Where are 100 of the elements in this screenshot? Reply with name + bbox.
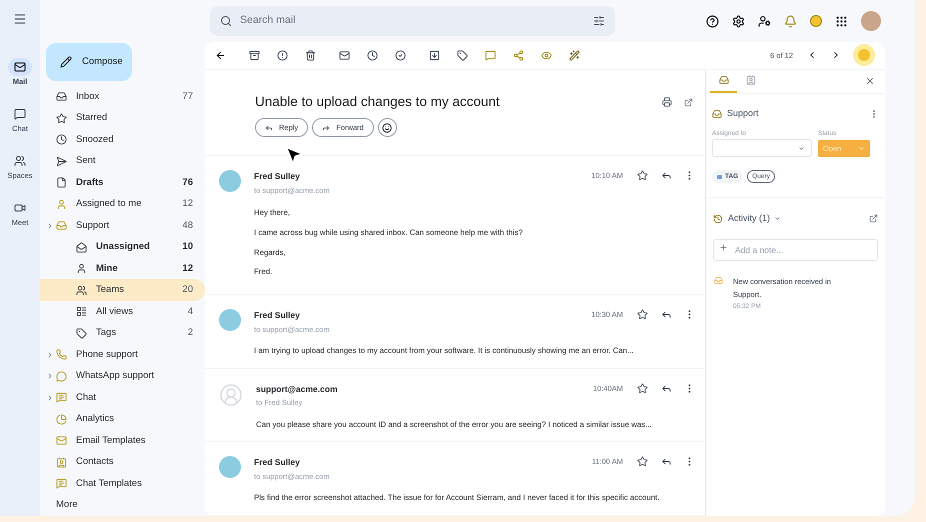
emoji-button[interactable] <box>378 118 397 138</box>
star-icon <box>56 112 67 124</box>
sidebar-item[interactable]: Sent <box>40 150 205 172</box>
sidebar-item[interactable]: Chat <box>40 386 205 408</box>
chat-bubble-icon <box>56 392 67 404</box>
sidebar-item[interactable]: Assigned to me 12 <box>40 193 205 215</box>
delete-icon[interactable] <box>305 50 316 61</box>
sidebar-item[interactable]: Support 48 <box>40 214 205 236</box>
contact-card-icon <box>56 456 67 468</box>
star-icon[interactable] <box>637 308 648 320</box>
compose-button[interactable]: Compose <box>46 42 132 82</box>
send-icon <box>56 156 67 167</box>
sender-name: Fred Sulley <box>254 308 301 322</box>
inbox-icon <box>714 276 723 285</box>
inbox-icon <box>56 220 67 232</box>
sidebar-item[interactable]: Email Templates <box>40 430 205 452</box>
app-logo-icon[interactable] <box>810 15 822 27</box>
sidebar-item[interactable]: WhatsApp support <box>40 365 205 387</box>
star-icon[interactable] <box>637 170 648 182</box>
bell-icon[interactable] <box>784 14 797 28</box>
chevron-down-icon <box>798 144 805 152</box>
rail-icon <box>14 155 26 167</box>
sidebar-item[interactable]: Tags 2 <box>40 322 205 344</box>
open-new-window-icon[interactable] <box>684 98 693 107</box>
chevron-right-icon[interactable] <box>46 222 54 230</box>
pencil-icon <box>60 56 72 68</box>
inbox-icon <box>718 75 728 86</box>
sender-name: Fred Sulley <box>254 456 301 470</box>
panel-title: Support <box>727 106 760 120</box>
chevron-right-icon[interactable] <box>46 394 54 402</box>
pie-chart-icon <box>56 414 67 425</box>
archive-icon[interactable] <box>249 50 260 61</box>
sidebar-item[interactable]: Drafts 76 <box>40 172 205 194</box>
menu-icon[interactable] <box>13 12 27 26</box>
chevron-right-icon[interactable] <box>46 372 54 380</box>
sender-name: Fred Sulley <box>254 170 301 183</box>
chat-bubble-icon <box>56 370 67 382</box>
note-field[interactable]: Add a note... <box>713 238 878 261</box>
message-icon[interactable] <box>485 50 496 61</box>
reply-icon[interactable] <box>661 308 672 320</box>
search-field[interactable]: Search mail <box>210 6 615 36</box>
sidebar-item[interactable]: Teams 20 <box>40 279 205 301</box>
activity-title[interactable]: Activity (1) <box>728 212 770 226</box>
inbox-icon <box>712 108 722 119</box>
clock-icon[interactable] <box>367 50 378 61</box>
sidebar-item[interactable]: Analytics <box>40 408 205 430</box>
check-circle-icon[interactable] <box>395 50 406 61</box>
sidebar-item[interactable]: Snoozed <box>40 128 205 150</box>
smiley-icon <box>382 122 392 133</box>
apps-grid-icon[interactable] <box>835 14 848 28</box>
reply-icon[interactable] <box>661 456 672 468</box>
clock-icon <box>56 134 67 146</box>
move-to-icon[interactable] <box>429 50 440 61</box>
contact-card-icon <box>746 75 756 86</box>
reply-icon[interactable] <box>661 170 672 182</box>
sidebar-item[interactable]: Unassigned 10 <box>40 236 205 258</box>
search-icon <box>220 15 232 27</box>
sidebar-item[interactable]: Mine 12 <box>40 258 205 280</box>
settings-icon[interactable] <box>732 14 745 28</box>
person-icon <box>76 263 87 274</box>
label-icon[interactable] <box>457 50 468 61</box>
alert-icon[interactable] <box>277 50 288 61</box>
sidebar-item[interactable]: Chat Templates <box>40 472 205 494</box>
chat-bubble-icon <box>56 478 67 490</box>
chevron-down-icon <box>858 145 865 152</box>
search-input[interactable]: Search mail <box>240 13 585 29</box>
sidebar-item[interactable]: Phone support <box>40 344 205 366</box>
star-icon[interactable] <box>637 456 648 468</box>
inbox-icon <box>56 91 67 102</box>
help-icon[interactable] <box>706 14 719 28</box>
list-icon <box>76 306 87 318</box>
people-icon <box>76 284 87 296</box>
open-new-window-icon[interactable] <box>869 214 878 224</box>
star-icon[interactable] <box>637 382 648 394</box>
tag-icon <box>717 174 722 179</box>
rail-icon <box>14 202 26 214</box>
chevron-down-icon[interactable] <box>774 215 782 222</box>
phone-icon <box>56 349 67 360</box>
mail-open-icon <box>76 242 87 253</box>
envelope-icon[interactable] <box>339 50 350 61</box>
rail-icon <box>14 108 26 120</box>
plus-icon <box>719 242 728 252</box>
sidebar-item[interactable]: Starred <box>40 107 205 129</box>
close-icon[interactable] <box>865 76 875 86</box>
rail-icon <box>14 61 26 73</box>
eye-icon[interactable] <box>541 50 552 61</box>
sidebar-item[interactable]: Inbox 77 <box>40 86 205 108</box>
person-gear-icon[interactable] <box>758 14 771 28</box>
reply-icon[interactable] <box>661 382 672 394</box>
sidebar-item[interactable]: Contacts <box>40 451 205 473</box>
chevron-right-icon[interactable] <box>46 350 54 359</box>
print-icon[interactable] <box>662 97 672 108</box>
share-icon[interactable] <box>513 50 524 61</box>
sidebar-item[interactable]: More <box>40 494 205 516</box>
magic-wand-icon[interactable] <box>569 50 580 61</box>
activity-history-icon <box>713 214 723 224</box>
back-icon[interactable] <box>215 50 226 61</box>
filter-icon[interactable] <box>593 15 605 27</box>
tag-icon <box>76 328 87 339</box>
sidebar-item[interactable]: All views 4 <box>40 300 205 322</box>
